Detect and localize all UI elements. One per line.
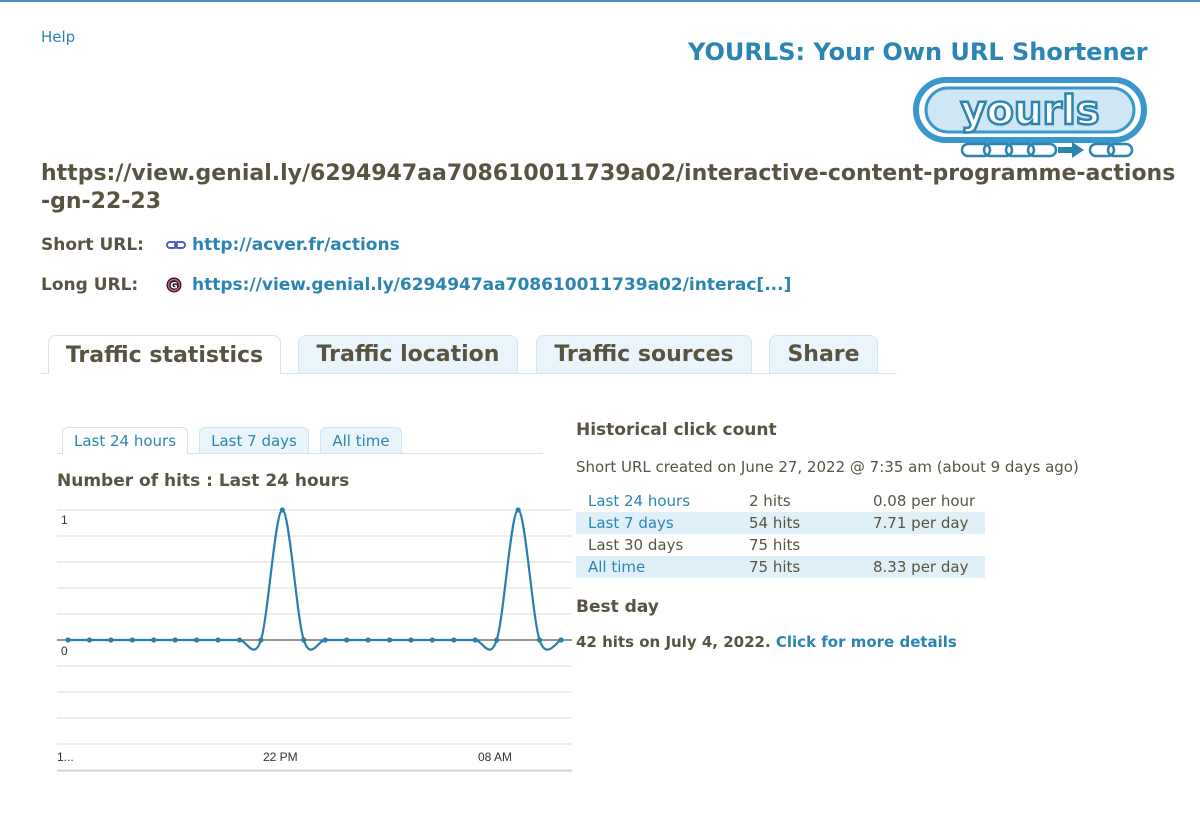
series-line [67,508,562,651]
data-point [429,637,435,643]
x-tick-label: 08 AM [478,750,512,764]
created-date-text: Short URL created on June 27, 2022 @ 7:3… [576,458,1079,476]
data-point [344,637,350,643]
data-point [494,637,500,643]
rate-value: 0.08 per hour [873,492,976,510]
tab-share[interactable]: Share [769,335,878,373]
hits-line-chart: 1 0 1... 22 PM 08 AM [57,507,572,772]
data-point [236,637,243,643]
hits-value: 75 hits [749,536,801,554]
yourls-logo[interactable]: yourls [912,72,1152,164]
data-point [215,637,221,643]
data-point [408,637,414,643]
data-point [365,637,371,643]
rate-value: 7.71 per day [861,512,985,534]
x-tick-label: 1... [57,750,74,764]
data-point [129,637,135,643]
data-point [451,637,457,643]
data-point [558,637,564,643]
hits-value: 75 hits [737,556,861,578]
data-point [65,637,71,643]
best-day-details-link[interactable]: Click for more details [776,633,957,651]
rate-value [861,534,985,556]
site-title: YOURLS: Your Own URL Shortener [688,38,1148,66]
data-point [515,507,521,513]
svg-text:yourls: yourls [960,88,1099,134]
historical-title: Historical click count [576,420,777,440]
data-point [322,637,328,643]
best-day-text: 42 hits on July 4, 2022. Click for more … [576,633,957,651]
data-point [279,507,285,513]
data-point [301,637,307,643]
y-tick-label: 0 [61,644,68,658]
period-label-last-30-days: Last 30 days [588,536,684,554]
y-tick-label: 1 [61,513,68,527]
best-day-summary: 42 hits on July 4, 2022. [576,633,771,651]
table-row: All time 75 hits 8.33 per day [576,556,985,578]
rate-value: 8.33 per day [861,556,985,578]
best-day-title: Best day [576,597,659,617]
hits-value: 54 hits [737,512,861,534]
table-row: Last 7 days 54 hits 7.71 per day [576,512,985,534]
table-row: Last 30 days 75 hits [576,534,985,556]
data-point [536,637,543,643]
data-point [151,637,157,643]
data-point [86,637,93,643]
data-point [386,637,393,643]
period-link-last-7-days[interactable]: Last 7 days [576,512,737,534]
data-point [172,637,178,643]
period-link-all-time[interactable]: All time [576,556,737,578]
data-point [108,637,114,643]
click-count-table: Last 24 hours 2 hits 0.08 per hour Last … [576,490,985,578]
period-link-last-24-hours[interactable]: Last 24 hours [576,490,737,512]
hits-value: 2 hits [749,492,791,510]
data-point [472,637,478,643]
table-row: Last 24 hours 2 hits 0.08 per hour [576,490,985,512]
data-point [258,637,264,643]
x-tick-label: 22 PM [263,750,298,764]
data-point [194,637,200,643]
